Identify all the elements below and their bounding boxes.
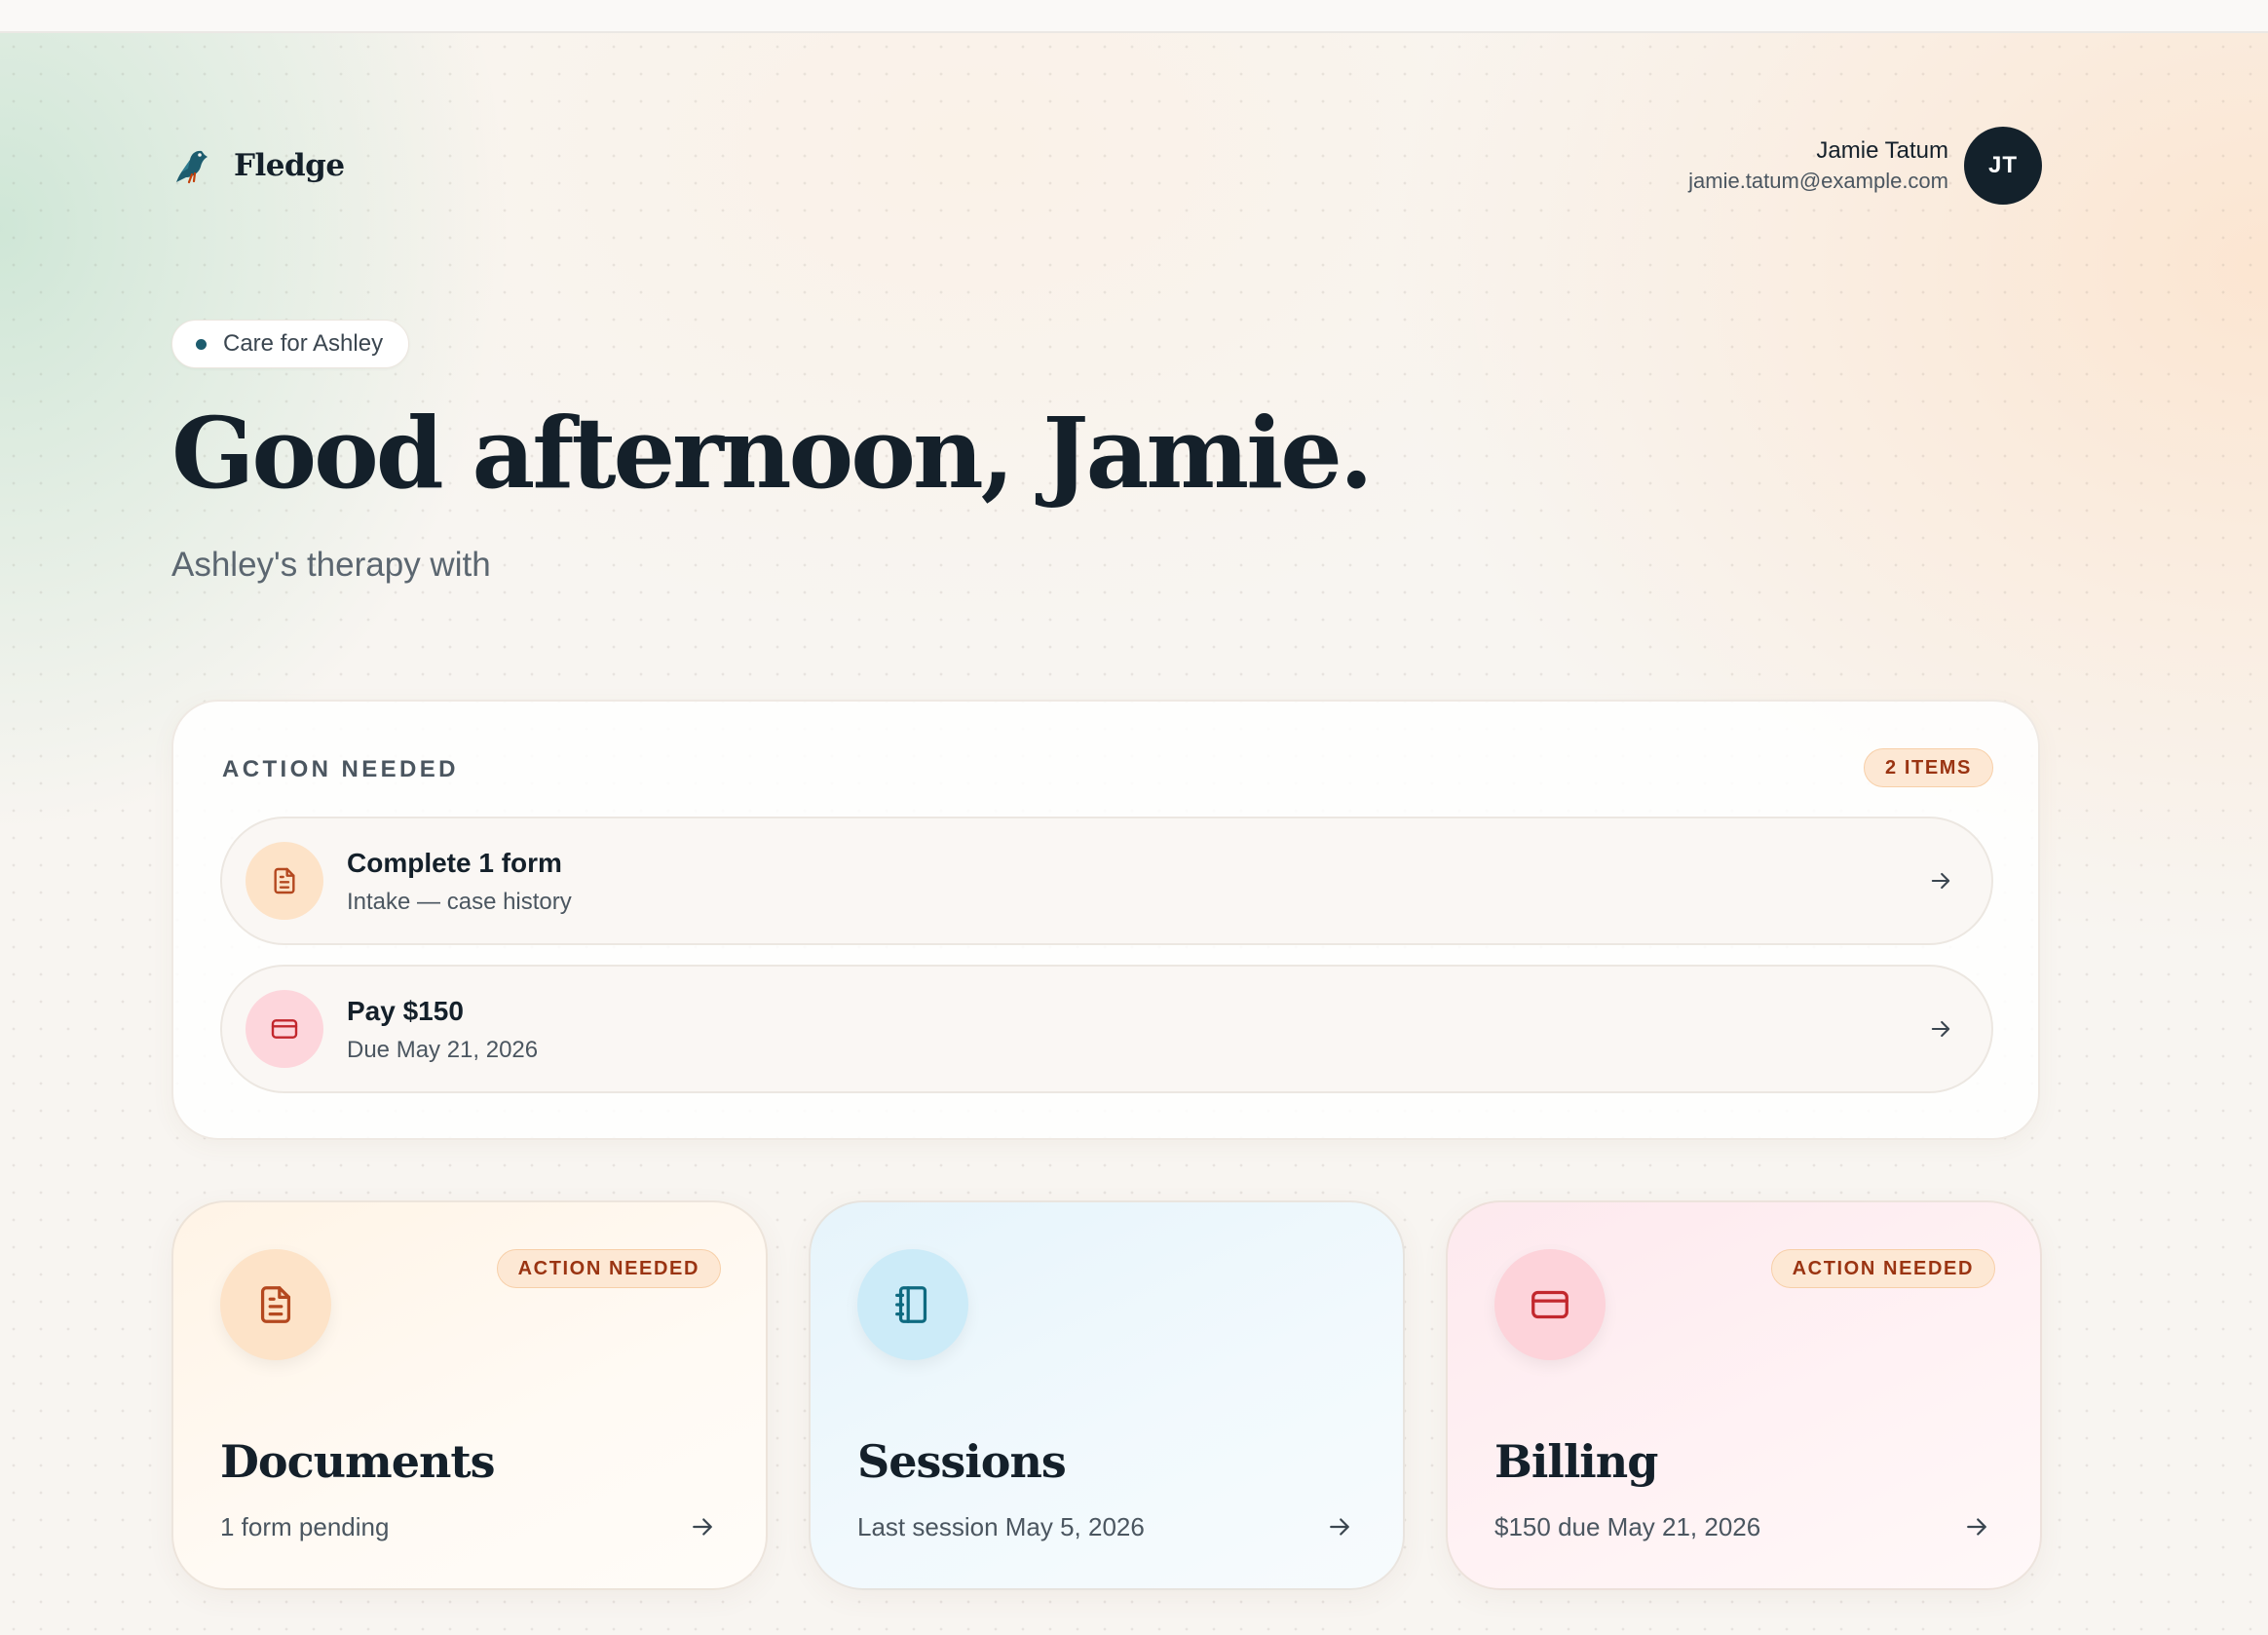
arrow-right-icon xyxy=(1931,1020,1950,1038)
user-name: Jamie Tatum xyxy=(1816,137,1948,164)
action-item-title: Pay $150 xyxy=(347,996,464,1026)
action-needed-badge: ACTION NEEDED xyxy=(1770,1249,1995,1288)
document-icon xyxy=(246,842,323,920)
status-dot xyxy=(196,338,207,350)
brand-logo[interactable]: Fledge xyxy=(171,144,345,187)
credit-card-icon xyxy=(1494,1249,1606,1360)
tile-subtitle: 1 form pending xyxy=(220,1512,390,1541)
tile-title: Documents xyxy=(220,1435,496,1488)
bird-icon xyxy=(171,144,214,187)
care-for-pill[interactable]: Care for Ashley xyxy=(171,320,410,368)
user-email: jamie.tatum@example.com xyxy=(1688,169,1948,193)
items-count-badge: 2 ITEMS xyxy=(1864,748,1993,787)
home-page: Fledge Jamie Tatum jamie.tatum@example.c… xyxy=(0,0,2268,1635)
action-item-pay[interactable]: Pay $150 Due May 21, 2026 xyxy=(220,965,1993,1093)
documents-tile[interactable]: ACTION NEEDED Documents 1 form pending xyxy=(171,1200,768,1590)
credit-card-icon xyxy=(246,990,323,1068)
tile-title: Billing xyxy=(1494,1435,1658,1488)
greeting-heading: Good afternoon, Jamie. xyxy=(171,396,1374,511)
document-icon xyxy=(220,1249,331,1360)
notebook-icon xyxy=(857,1249,968,1360)
tile-title: Sessions xyxy=(857,1435,1067,1488)
user-info: Jamie Tatum jamie.tatum@example.com xyxy=(1688,135,1948,196)
action-item-subtitle: Intake — case history xyxy=(347,889,572,915)
avatar[interactable]: JT xyxy=(1964,127,2042,205)
arrow-right-icon xyxy=(693,1518,712,1536)
greeting-subtitle: Ashley's therapy with xyxy=(171,546,491,584)
action-needed-title: ACTION NEEDED xyxy=(222,756,459,782)
arrow-right-icon xyxy=(1967,1518,1986,1536)
action-item-subtitle: Due May 21, 2026 xyxy=(347,1037,539,1063)
care-for-label: Care for Ashley xyxy=(223,330,384,357)
sessions-tile[interactable]: Sessions Last session May 5, 2026 xyxy=(809,1200,1405,1590)
action-item-complete-form[interactable]: Complete 1 form Intake — case history xyxy=(220,817,1993,945)
action-needed-badge: ACTION NEEDED xyxy=(496,1249,721,1288)
brand-name: Fledge xyxy=(234,148,345,183)
action-needed-card: ACTION NEEDED 2 ITEMS Complete 1 form In… xyxy=(171,700,2040,1140)
arrow-right-icon xyxy=(1330,1518,1349,1536)
tile-subtitle: $150 due May 21, 2026 xyxy=(1494,1512,1761,1541)
billing-tile[interactable]: ACTION NEEDED Billing $150 due May 21, 2… xyxy=(1446,1200,2042,1590)
user-menu[interactable]: Jamie Tatum jamie.tatum@example.com JT xyxy=(1688,127,2042,205)
tile-subtitle: Last session May 5, 2026 xyxy=(857,1512,1145,1541)
arrow-right-icon xyxy=(1931,872,1950,890)
action-item-title: Complete 1 form xyxy=(347,848,562,878)
